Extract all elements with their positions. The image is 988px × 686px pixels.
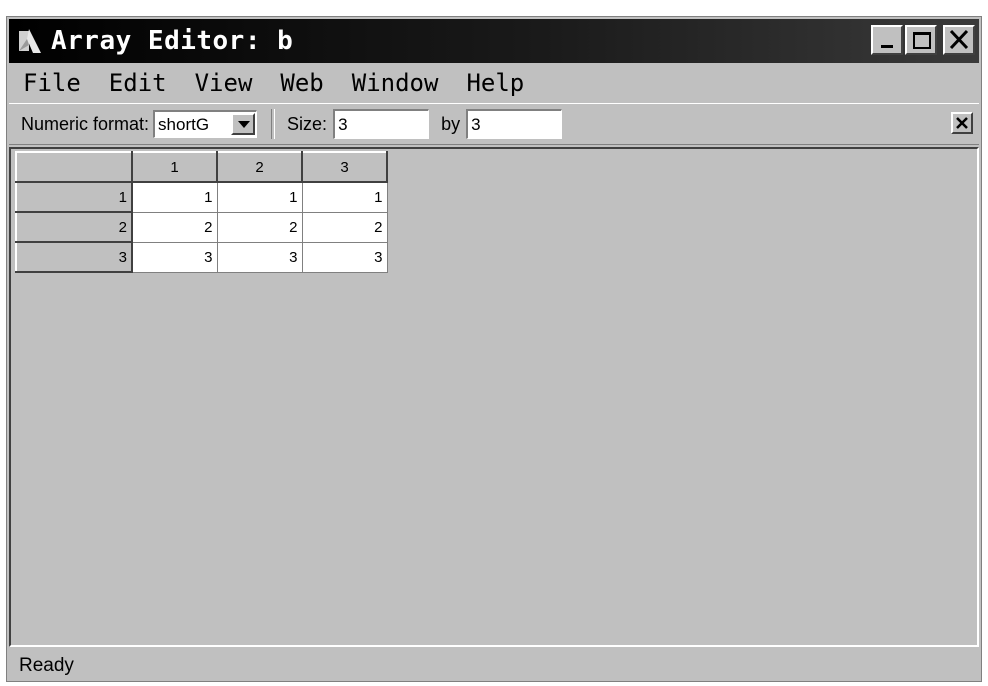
numeric-format-select[interactable]: shortG — [153, 110, 258, 138]
window-title: Array Editor: b — [51, 26, 294, 56]
grid-cell[interactable]: 3 — [302, 242, 388, 273]
grid-cell[interactable]: 2 — [217, 212, 303, 243]
menu-edit[interactable]: Edit — [95, 69, 181, 97]
status-text: Ready — [19, 655, 74, 676]
column-header[interactable]: 1 — [131, 151, 218, 183]
grid-cell[interactable]: 1 — [132, 182, 218, 213]
column-header[interactable]: 2 — [216, 151, 303, 183]
menu-view[interactable]: View — [181, 69, 267, 97]
grid-cell[interactable]: 3 — [217, 242, 303, 273]
grid-cell[interactable]: 3 — [132, 242, 218, 273]
close-toolbar-icon — [956, 117, 968, 129]
row-header[interactable]: 1 — [15, 181, 133, 213]
row-header[interactable]: 2 — [15, 211, 133, 243]
row-header[interactable]: 3 — [15, 241, 133, 273]
table-row: 2 2 2 2 — [15, 211, 388, 243]
table-row: 3 3 3 3 — [15, 241, 388, 273]
status-bar: Ready — [9, 651, 979, 681]
rows-input[interactable]: 3 — [333, 109, 430, 139]
grid-cell[interactable]: 2 — [302, 212, 388, 243]
grid-cell[interactable]: 1 — [302, 182, 388, 213]
window-controls — [869, 25, 975, 55]
numeric-format-label: Numeric format: — [21, 113, 150, 134]
menu-window[interactable]: Window — [338, 69, 453, 97]
cols-input[interactable]: 3 — [466, 109, 563, 139]
menu-web[interactable]: Web — [266, 69, 337, 97]
minimize-button[interactable] — [871, 25, 903, 55]
grid-cell[interactable]: 2 — [132, 212, 218, 243]
by-label: by — [441, 113, 461, 134]
array-grid: 1 2 3 1 1 1 1 2 2 2 2 3 3 3 3 — [15, 151, 388, 273]
grid-cell[interactable]: 1 — [217, 182, 303, 213]
numeric-format-value: shortG — [158, 114, 210, 134]
maximize-button[interactable] — [905, 25, 937, 55]
toolbar: Numeric format: shortG Size: 3 by 3 — [9, 103, 979, 145]
menu-bar: File Edit View Web Window Help — [9, 65, 979, 101]
menu-file[interactable]: File — [9, 69, 95, 97]
menu-help[interactable]: Help — [452, 69, 538, 97]
close-icon — [949, 29, 969, 50]
app-icon — [15, 25, 47, 57]
close-button[interactable] — [943, 25, 975, 55]
chevron-down-icon[interactable] — [231, 113, 256, 135]
array-grid-area: 1 2 3 1 1 1 1 2 2 2 2 3 3 3 3 — [9, 147, 979, 647]
title-bar[interactable]: Array Editor: b — [9, 19, 979, 63]
grid-corner[interactable] — [15, 151, 133, 183]
size-label: Size: — [287, 113, 328, 134]
toolbar-close-button[interactable] — [951, 112, 973, 134]
toolbar-separator — [271, 109, 276, 139]
column-header[interactable]: 3 — [301, 151, 388, 183]
table-row: 1 1 1 1 — [15, 181, 388, 213]
array-editor-window: Array Editor: b File Edit View Web Windo… — [6, 16, 982, 682]
